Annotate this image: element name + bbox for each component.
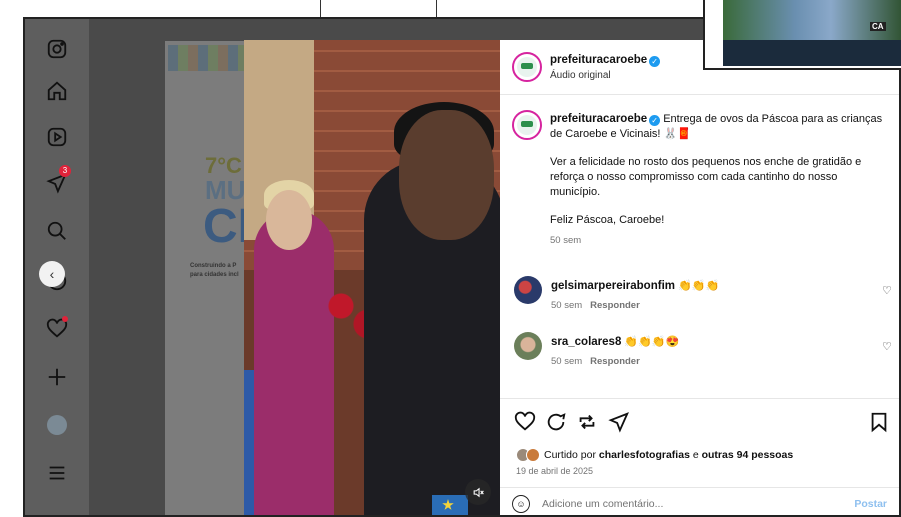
comment-like-icon[interactable]: ♡ bbox=[882, 340, 894, 353]
divider bbox=[436, 0, 437, 17]
reply-button[interactable]: Responder bbox=[590, 356, 640, 367]
share-icon[interactable] bbox=[608, 411, 630, 433]
screenshot: 3 7°C MU CI Construindo a P para cidades… bbox=[0, 0, 901, 517]
likes-others[interactable]: outras 94 pessoas bbox=[702, 449, 794, 461]
notification-badge: 3 bbox=[59, 165, 71, 177]
background-text: Construindo a P bbox=[190, 263, 237, 269]
audio-label[interactable]: Áudio original bbox=[550, 70, 660, 81]
comment-text: 👏👏👏 bbox=[678, 280, 720, 292]
reply-button[interactable]: Responder bbox=[590, 300, 640, 311]
home-icon[interactable] bbox=[43, 77, 71, 105]
comment-like-icon[interactable]: ♡ bbox=[882, 284, 894, 297]
caption-username[interactable]: prefeituracaroebe bbox=[550, 113, 647, 125]
post-caption: prefeituracaroebe ✓ Entrega de ovos da Pá… bbox=[550, 112, 885, 248]
repost-icon[interactable] bbox=[576, 411, 598, 433]
reel-video[interactable] bbox=[244, 40, 500, 515]
comment-avatar[interactable] bbox=[514, 276, 542, 304]
likes-summary: Curtido por charlesfotografias e outras … bbox=[516, 448, 793, 462]
verified-icon: ✓ bbox=[649, 115, 661, 126]
mute-icon[interactable] bbox=[465, 479, 491, 505]
previous-post-button[interactable]: ‹ bbox=[39, 261, 65, 287]
comment-avatar[interactable] bbox=[514, 332, 542, 360]
comment-input[interactable]: Adicione um comentário... bbox=[542, 498, 663, 510]
liker-username[interactable]: charlesfotografias bbox=[599, 449, 690, 461]
emoji-icon[interactable]: ☺ bbox=[512, 495, 530, 513]
background-text: para cidades incl bbox=[190, 272, 239, 278]
comment-text: 👏👏👏😍 bbox=[624, 336, 680, 348]
caption-avatar[interactable] bbox=[512, 110, 542, 140]
save-bookmark-icon[interactable] bbox=[868, 411, 890, 433]
likes-prefix: Curtido por bbox=[544, 449, 596, 461]
messages-icon[interactable]: 3 bbox=[43, 165, 71, 197]
post-actions: Curtido por charlesfotografias e outras … bbox=[500, 398, 899, 515]
liker-avatar bbox=[526, 448, 540, 462]
comment-icon[interactable] bbox=[545, 411, 567, 433]
post-comment-button[interactable]: Postar bbox=[854, 498, 887, 510]
flag-patch bbox=[432, 495, 468, 515]
menu-icon[interactable] bbox=[43, 459, 71, 487]
post-details-panel: prefeituracaroebe ✓ Áudio original prefei… bbox=[500, 40, 899, 515]
author-avatar[interactable] bbox=[512, 52, 542, 82]
comment-username[interactable]: gelsimarpereirabonfim bbox=[551, 280, 675, 292]
create-plus-icon[interactable] bbox=[43, 363, 71, 391]
comment-time: 50 sem bbox=[551, 356, 583, 367]
author-username[interactable]: prefeituracaroebe bbox=[550, 54, 647, 66]
comment-username[interactable]: sra_colares8 bbox=[551, 336, 621, 348]
thumbnail-label: CA bbox=[870, 22, 886, 31]
add-comment-bar: ☺ Adicione um comentário... Postar bbox=[500, 487, 899, 515]
verified-icon: ✓ bbox=[649, 56, 661, 67]
instagram-logo-icon[interactable] bbox=[43, 35, 71, 63]
profile-avatar-icon[interactable] bbox=[43, 411, 71, 439]
caption-paragraph: Ver a felicidade no rosto dos pequenos n… bbox=[550, 156, 862, 198]
search-icon[interactable] bbox=[43, 217, 71, 245]
reels-icon[interactable] bbox=[43, 123, 71, 151]
comment-time: 50 sem bbox=[551, 300, 583, 311]
instagram-window: 3 7°C MU CI Construindo a P para cidades… bbox=[23, 17, 901, 517]
notifications-heart-icon[interactable] bbox=[43, 315, 71, 343]
divider bbox=[320, 0, 321, 17]
caption-timestamp: 50 sem bbox=[550, 235, 582, 246]
background-banner bbox=[168, 45, 248, 71]
post-date: 19 de abril de 2025 bbox=[516, 466, 594, 476]
likes-mid: e bbox=[692, 449, 699, 461]
like-icon[interactable] bbox=[514, 411, 536, 433]
thumbnail-overlay: CA bbox=[703, 0, 901, 70]
caption-paragraph: Feliz Páscoa, Caroebe! bbox=[550, 214, 665, 226]
notification-dot bbox=[62, 316, 68, 322]
